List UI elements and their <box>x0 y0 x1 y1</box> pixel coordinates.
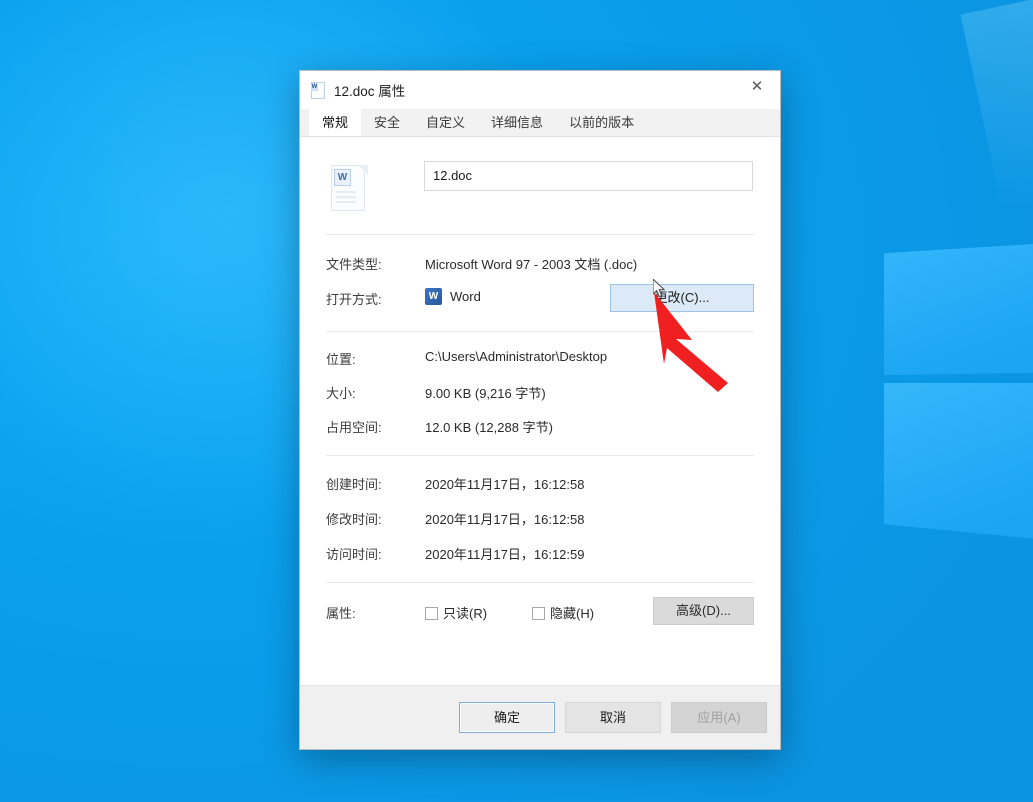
ok-button[interactable]: 确定 <box>459 702 555 733</box>
property-row-size: 大小: 9.00 KB (9,216 字节) <box>300 383 780 403</box>
file-type-value: Microsoft Word 97 - 2003 文档 (.doc) <box>425 254 637 273</box>
size-label: 大小: <box>326 383 356 402</box>
dialog-title: 12.doc 属性 <box>334 80 405 100</box>
doc-file-icon: W <box>310 82 326 98</box>
cancel-button[interactable]: 取消 <box>565 702 661 733</box>
divider-3 <box>326 455 754 456</box>
location-value: C:\Users\Administrator\Desktop <box>425 349 607 364</box>
accessed-value: 2020年11月17日，16:12:59 <box>425 544 584 563</box>
property-row-location: 位置: C:\Users\Administrator\Desktop <box>300 349 780 369</box>
hidden-checkbox[interactable]: 隐藏(H) <box>532 603 594 622</box>
file-type-label: 文件类型: <box>326 254 382 273</box>
tab-bar: 常规 安全 自定义 详细信息 以前的版本 <box>300 109 780 137</box>
size-on-disk-value: 12.0 KB (12,288 字节) <box>425 417 553 436</box>
readonly-checkbox[interactable]: 只读(R) <box>425 603 487 622</box>
property-row-accessed: 访问时间: 2020年11月17日，16:12:59 <box>300 544 780 564</box>
word-document-icon: W <box>326 165 368 213</box>
size-on-disk-label: 占用空间: <box>326 417 382 436</box>
size-value: 9.00 KB (9,216 字节) <box>425 383 546 402</box>
advanced-button[interactable]: 高级(D)... <box>653 597 754 625</box>
divider-1 <box>326 234 754 235</box>
tab-previous-versions[interactable]: 以前的版本 <box>556 109 647 136</box>
word-document-icon-letter: W <box>334 169 351 186</box>
hidden-checkbox-box[interactable] <box>532 607 545 620</box>
dialog-footer: 确定 取消 应用(A) <box>300 685 780 749</box>
doc-file-icon-letter: W <box>311 84 318 91</box>
property-row-open-with: 打开方式: W Word 更改(C)... <box>300 289 780 309</box>
windows-logo-pane-top <box>878 235 1033 375</box>
modified-label: 修改时间: <box>326 509 382 528</box>
file-properties-dialog: W 12.doc 属性 ✕ 常规 安全 自定义 详细信息 以前的版本 W 12.… <box>299 70 781 750</box>
apply-button: 应用(A) <box>671 702 767 733</box>
open-with-label: 打开方式: <box>326 289 382 308</box>
readonly-checkbox-label: 只读(R) <box>443 606 487 621</box>
word-app-icon: W <box>425 288 442 305</box>
windows-logo-icon <box>838 150 1033 710</box>
tab-general[interactable]: 常规 <box>309 109 361 136</box>
file-name-input[interactable]: 12.doc <box>424 161 753 191</box>
tab-details[interactable]: 详细信息 <box>478 109 556 136</box>
tab-security[interactable]: 安全 <box>361 109 413 136</box>
accessed-label: 访问时间: <box>326 544 382 563</box>
file-name-row: W 12.doc <box>300 159 780 221</box>
location-label: 位置: <box>326 349 356 368</box>
open-with-value: Word <box>450 289 481 304</box>
created-value: 2020年11月17日，16:12:58 <box>425 474 584 493</box>
change-button[interactable]: 更改(C)... <box>610 284 754 312</box>
property-row-created: 创建时间: 2020年11月17日，16:12:58 <box>300 474 780 494</box>
divider-4 <box>326 582 754 583</box>
property-row-file-type: 文件类型: Microsoft Word 97 - 2003 文档 (.doc) <box>300 254 780 274</box>
attributes-label: 属性: <box>326 603 356 622</box>
property-row-size-on-disk: 占用空间: 12.0 KB (12,288 字节) <box>300 417 780 437</box>
property-row-attributes: 属性: 只读(R) 隐藏(H) 高级(D)... <box>300 603 780 623</box>
windows-logo-pane-bottom <box>878 383 1033 553</box>
tab-custom[interactable]: 自定义 <box>413 109 478 136</box>
property-row-modified: 修改时间: 2020年11月17日，16:12:58 <box>300 509 780 529</box>
close-icon[interactable]: ✕ <box>734 71 780 101</box>
general-tab-panel: W 12.doc 文件类型: Microsoft Word 97 - 2003 … <box>300 137 780 711</box>
modified-value: 2020年11月17日，16:12:58 <box>425 509 584 528</box>
created-label: 创建时间: <box>326 474 382 493</box>
readonly-checkbox-box[interactable] <box>425 607 438 620</box>
hidden-checkbox-label: 隐藏(H) <box>550 606 594 621</box>
divider-2 <box>326 331 754 332</box>
dialog-titlebar[interactable]: W 12.doc 属性 ✕ <box>300 71 780 109</box>
